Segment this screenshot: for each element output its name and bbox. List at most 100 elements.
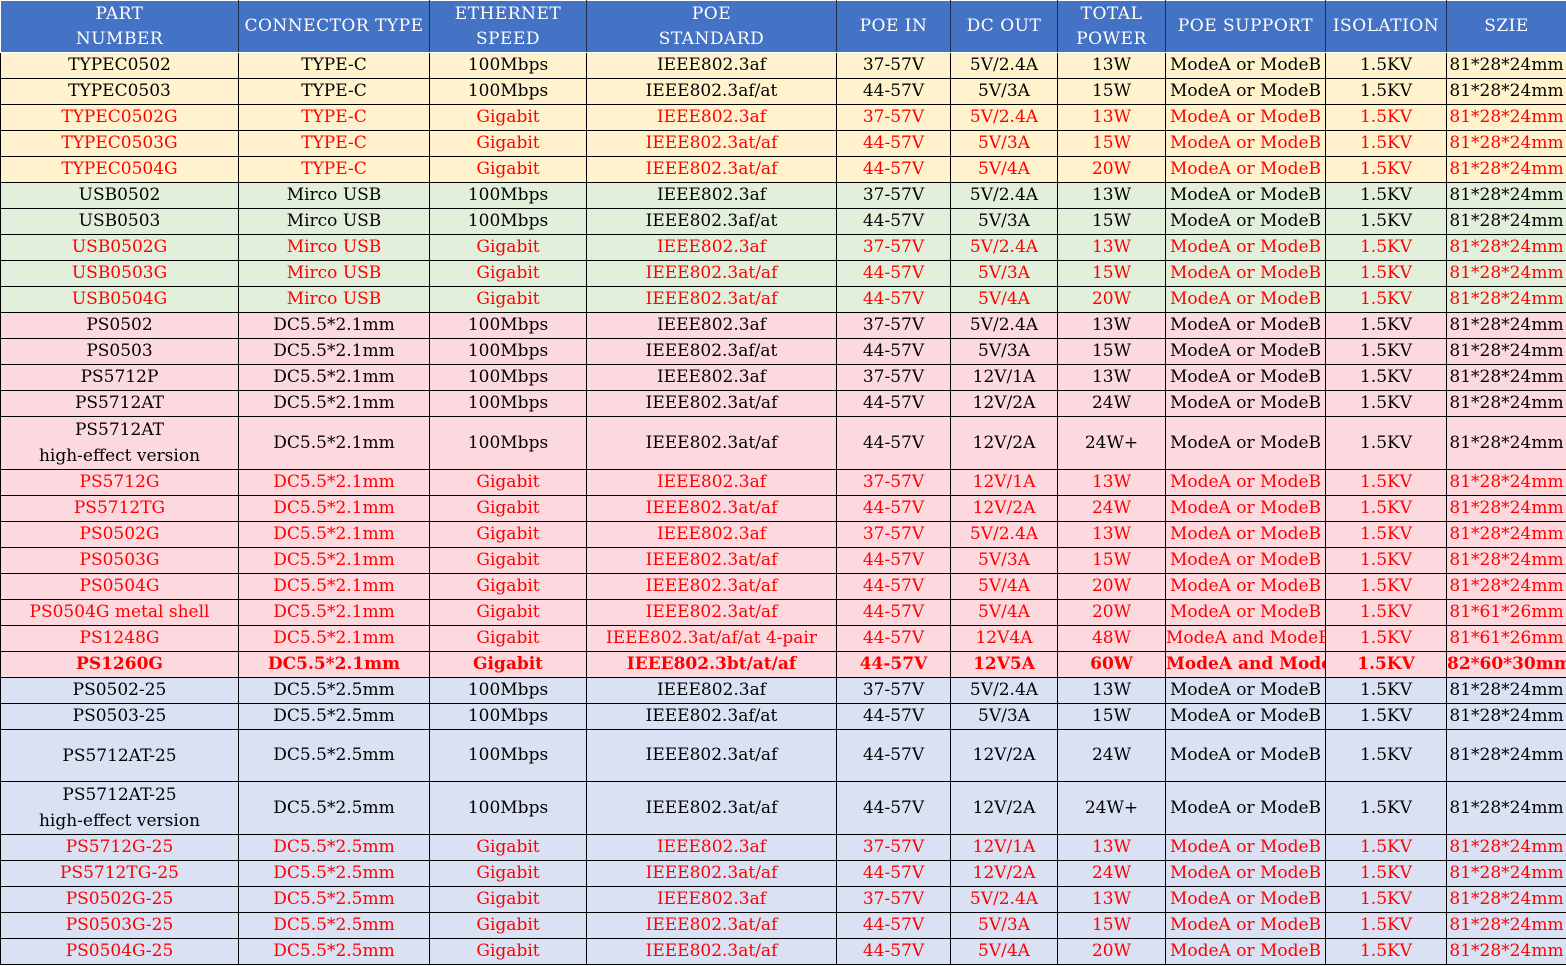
cell-connector-type[interactable]: DC5.5*2.5mm: [238, 834, 430, 861]
cell-isolation[interactable]: 1.5KV: [1325, 156, 1447, 183]
cell-dc-out[interactable]: 5V/2.4A: [950, 52, 1058, 79]
cell-part-number[interactable]: PS5712AT high-effect version: [0, 416, 239, 470]
cell-ethernet-speed[interactable]: Gigabit: [429, 886, 587, 913]
cell-part-number[interactable]: TYPEC0503: [0, 78, 239, 105]
cell-dc-out[interactable]: 5V/3A: [950, 547, 1058, 574]
cell-total-power[interactable]: 13W: [1057, 52, 1166, 79]
cell-ethernet-speed[interactable]: 100Mbps: [429, 312, 587, 339]
cell-total-power[interactable]: 13W: [1057, 104, 1166, 131]
cell-part-number[interactable]: PS5712AT-25: [0, 729, 239, 782]
cell-poe-standard[interactable]: IEEE802.3af/at: [586, 208, 837, 235]
cell-poe-in[interactable]: 44-57V: [836, 338, 951, 365]
cell-poe-support[interactable]: ModeA or ModeB: [1165, 860, 1326, 887]
cell-part-number[interactable]: TYPEC0504G: [0, 156, 239, 183]
cell-size[interactable]: 81*28*24mm: [1446, 156, 1566, 183]
cell-total-power[interactable]: 20W: [1057, 156, 1166, 183]
cell-ethernet-speed[interactable]: 100Mbps: [429, 52, 587, 79]
cell-poe-support[interactable]: ModeA or ModeB: [1165, 599, 1326, 626]
cell-poe-in[interactable]: 44-57V: [836, 156, 951, 183]
cell-ethernet-speed[interactable]: Gigabit: [429, 469, 587, 496]
cell-size[interactable]: 81*28*24mm: [1446, 495, 1566, 522]
cell-poe-standard[interactable]: IEEE802.3af: [586, 234, 837, 261]
cell-dc-out[interactable]: 5V/3A: [950, 130, 1058, 157]
cell-isolation[interactable]: 1.5KV: [1325, 208, 1447, 235]
cell-poe-standard[interactable]: IEEE802.3at/af: [586, 495, 837, 522]
cell-total-power[interactable]: 24W: [1057, 495, 1166, 522]
cell-dc-out[interactable]: 5V/3A: [950, 703, 1058, 730]
cell-connector-type[interactable]: DC5.5*2.1mm: [238, 625, 430, 652]
cell-ethernet-speed[interactable]: 100Mbps: [429, 78, 587, 105]
cell-dc-out[interactable]: 12V/2A: [950, 390, 1058, 417]
cell-total-power[interactable]: 15W: [1057, 78, 1166, 105]
cell-total-power[interactable]: 13W: [1057, 677, 1166, 704]
cell-dc-out[interactable]: 12V/2A: [950, 495, 1058, 522]
cell-connector-type[interactable]: DC5.5*2.5mm: [238, 677, 430, 704]
cell-connector-type[interactable]: TYPE-C: [238, 104, 430, 131]
cell-poe-in[interactable]: 37-57V: [836, 364, 951, 391]
cell-poe-standard[interactable]: IEEE802.3af: [586, 364, 837, 391]
cell-total-power[interactable]: 15W: [1057, 547, 1166, 574]
cell-ethernet-speed[interactable]: Gigabit: [429, 156, 587, 183]
cell-poe-support[interactable]: ModeA or ModeB: [1165, 104, 1326, 131]
cell-poe-in[interactable]: 37-57V: [836, 52, 951, 79]
cell-part-number[interactable]: PS0504G: [0, 573, 239, 600]
cell-connector-type[interactable]: DC5.5*2.5mm: [238, 729, 430, 782]
cell-total-power[interactable]: 20W: [1057, 938, 1166, 965]
cell-size[interactable]: 81*28*24mm: [1446, 573, 1566, 600]
cell-size[interactable]: 81*28*24mm: [1446, 912, 1566, 939]
cell-poe-in[interactable]: 44-57V: [836, 599, 951, 626]
cell-connector-type[interactable]: Mirco USB: [238, 182, 430, 209]
cell-ethernet-speed[interactable]: Gigabit: [429, 834, 587, 861]
cell-total-power[interactable]: 24W+: [1057, 781, 1166, 835]
cell-poe-in[interactable]: 44-57V: [836, 260, 951, 287]
cell-dc-out[interactable]: 12V/2A: [950, 729, 1058, 782]
cell-size[interactable]: 81*28*24mm: [1446, 260, 1566, 287]
cell-poe-support[interactable]: ModeA or ModeB: [1165, 234, 1326, 261]
cell-poe-support[interactable]: ModeA or ModeB: [1165, 260, 1326, 287]
cell-part-number[interactable]: PS0503G-25: [0, 912, 239, 939]
cell-size[interactable]: 81*28*24mm: [1446, 834, 1566, 861]
cell-ethernet-speed[interactable]: Gigabit: [429, 104, 587, 131]
cell-ethernet-speed[interactable]: Gigabit: [429, 286, 587, 313]
cell-poe-standard[interactable]: IEEE802.3af: [586, 834, 837, 861]
cell-total-power[interactable]: 15W: [1057, 338, 1166, 365]
cell-poe-support[interactable]: ModeA or ModeB: [1165, 834, 1326, 861]
cell-size[interactable]: 81*28*24mm: [1446, 234, 1566, 261]
cell-size[interactable]: 81*28*24mm: [1446, 286, 1566, 313]
cell-poe-standard[interactable]: IEEE802.3at/af: [586, 860, 837, 887]
cell-ethernet-speed[interactable]: Gigabit: [429, 495, 587, 522]
cell-size[interactable]: 81*61*26mm: [1446, 599, 1566, 626]
cell-connector-type[interactable]: DC5.5*2.5mm: [238, 781, 430, 835]
cell-poe-support[interactable]: ModeA or ModeB: [1165, 130, 1326, 157]
cell-ethernet-speed[interactable]: Gigabit: [429, 599, 587, 626]
cell-poe-in[interactable]: 44-57V: [836, 208, 951, 235]
cell-poe-in[interactable]: 44-57V: [836, 416, 951, 470]
cell-size[interactable]: 81*28*24mm: [1446, 208, 1566, 235]
cell-part-number[interactable]: PS5712AT: [0, 390, 239, 417]
cell-part-number[interactable]: PS1248G: [0, 625, 239, 652]
cell-isolation[interactable]: 1.5KV: [1325, 286, 1447, 313]
cell-dc-out[interactable]: 5V/3A: [950, 338, 1058, 365]
header-dc-out[interactable]: DC OUT: [950, 0, 1058, 53]
cell-connector-type[interactable]: DC5.5*2.1mm: [238, 599, 430, 626]
cell-isolation[interactable]: 1.5KV: [1325, 677, 1447, 704]
cell-part-number[interactable]: USB0503: [0, 208, 239, 235]
cell-poe-standard[interactable]: IEEE802.3bt/at/af: [586, 651, 837, 678]
cell-connector-type[interactable]: DC5.5*2.1mm: [238, 364, 430, 391]
cell-poe-standard[interactable]: IEEE802.3af: [586, 677, 837, 704]
cell-connector-type[interactable]: TYPE-C: [238, 156, 430, 183]
cell-poe-standard[interactable]: IEEE802.3at/af/at 4-pair: [586, 625, 837, 652]
header-total-power[interactable]: TOTAL POWER: [1057, 0, 1166, 53]
cell-part-number[interactable]: USB0504G: [0, 286, 239, 313]
cell-poe-in[interactable]: 44-57V: [836, 495, 951, 522]
cell-size[interactable]: 81*28*24mm: [1446, 104, 1566, 131]
cell-poe-support[interactable]: ModeA or ModeB: [1165, 390, 1326, 417]
cell-dc-out[interactable]: 5V/4A: [950, 938, 1058, 965]
cell-poe-standard[interactable]: IEEE802.3af: [586, 52, 837, 79]
cell-poe-support[interactable]: ModeA or ModeB: [1165, 208, 1326, 235]
cell-isolation[interactable]: 1.5KV: [1325, 599, 1447, 626]
cell-size[interactable]: 81*28*24mm: [1446, 182, 1566, 209]
cell-dc-out[interactable]: 5V/2.4A: [950, 104, 1058, 131]
cell-ethernet-speed[interactable]: 100Mbps: [429, 703, 587, 730]
cell-part-number[interactable]: PS1260G: [0, 651, 239, 678]
